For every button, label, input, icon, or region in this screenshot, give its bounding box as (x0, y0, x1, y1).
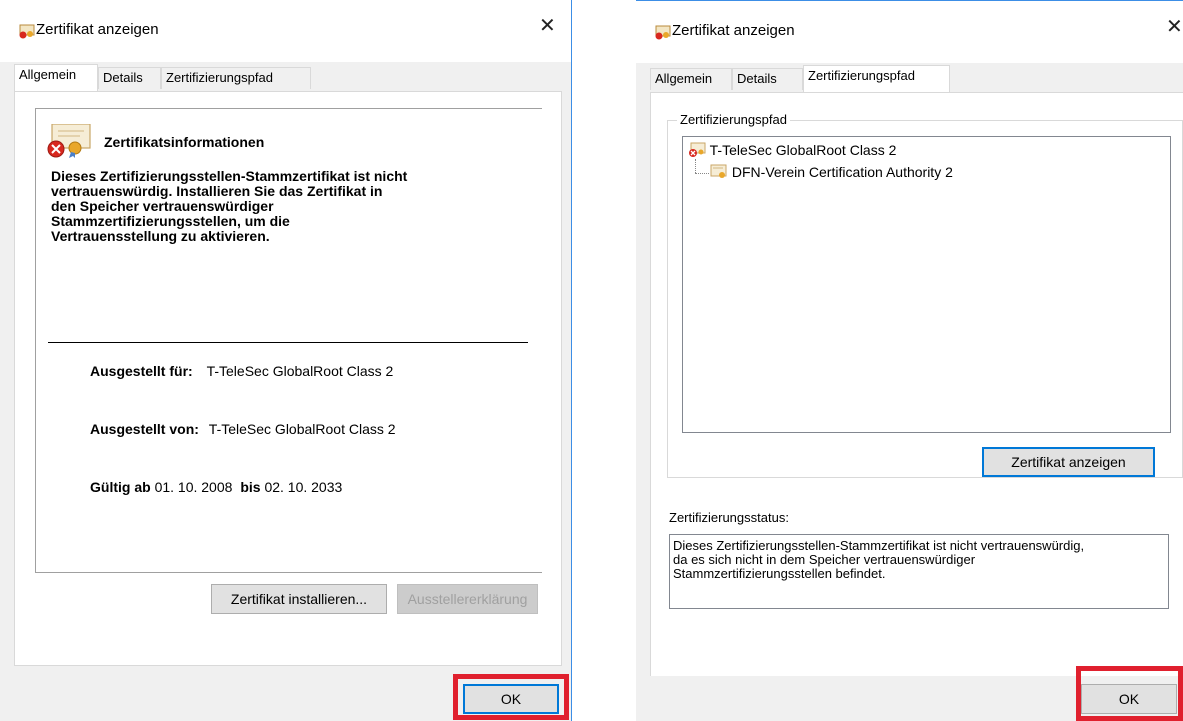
issued-to-value: T-TeleSec GlobalRoot Class 2 (206, 363, 394, 379)
warning-text: Dieses Zertifizierungsstellen-Stammzerti… (51, 169, 536, 244)
valid-to-value: 02. 10. 2033 (264, 479, 343, 495)
status-text-box[interactable]: Dieses Zertifizierungsstellen-Stammzerti… (669, 534, 1169, 609)
certificate-icon (710, 164, 727, 178)
info-frame: Zertifikatsinformationen Dieses Zertifiz… (35, 108, 542, 573)
tree-item-root[interactable]: T-TeleSec GlobalRoot Class 2 (688, 142, 896, 160)
tab-general[interactable]: Allgemein (650, 68, 732, 90)
window-title: Zertifikat anzeigen (36, 21, 159, 38)
title-bar: Zertifikat anzeigen ✕ (636, 1, 1183, 63)
tree-connector (695, 173, 709, 175)
tab-panel: Zertifizierungspfad T-TeleSec GlobalRoot… (650, 92, 1183, 678)
tab-panel: Zertifikatsinformationen Dieses Zertifiz… (14, 91, 562, 666)
issued-by-label: Ausgestellt von: (90, 421, 199, 437)
issued-to-row: Ausgestellt für: T-TeleSec GlobalRoot Cl… (90, 363, 393, 379)
certificate-error-icon (47, 124, 91, 158)
status-line: Stammzertifizierungsstellen befindet. (673, 566, 886, 581)
dialog-body: Allgemein Details Zertifizierungspfad Ze… (0, 62, 571, 721)
valid-to-label: bis (240, 479, 261, 495)
close-icon[interactable]: ✕ (539, 16, 556, 36)
tab-details[interactable]: Details (732, 68, 803, 90)
tree-item-label: DFN-Verein Certification Authority 2 (731, 164, 953, 180)
close-icon[interactable]: ✕ (1166, 17, 1183, 37)
tab-certification-path[interactable]: Zertifizierungspfad (161, 67, 311, 89)
info-heading: Zertifikatsinformationen (104, 134, 265, 150)
group-label: Zertifizierungspfad (677, 112, 790, 127)
certificate-icon (19, 24, 35, 39)
issued-by-value: T-TeleSec GlobalRoot Class 2 (208, 421, 396, 437)
view-certificate-button[interactable]: Zertifikat anzeigen (982, 447, 1155, 477)
certificate-dialog-path: Zertifikat anzeigen ✕ Allgemein Details … (636, 0, 1183, 721)
tab-strip: Allgemein Details Zertifizierungspfad (14, 64, 314, 91)
warning-line: Stammzertifizierungsstellen, um die (51, 213, 290, 229)
issued-by-row: Ausgestellt von: T-TeleSec GlobalRoot Cl… (90, 421, 396, 437)
tab-general[interactable]: Allgemein (14, 64, 98, 91)
issuer-statement-button[interactable]: Ausstellererklärung (397, 584, 538, 614)
status-line: Dieses Zertifizierungsstellen-Stammzerti… (673, 538, 1085, 553)
warning-line: vertrauenswürdig. Installieren Sie das Z… (51, 183, 383, 199)
warning-line: Dieses Zertifizierungsstellen-Stammzerti… (51, 168, 408, 184)
dialog-body: Allgemein Details Zertifizierungspfad Ze… (636, 63, 1183, 721)
tab-strip: Allgemein Details Zertifizierungspfad (650, 65, 950, 92)
divider (48, 342, 528, 343)
status-label: Zertifizierungsstatus: (669, 510, 789, 525)
certificate-error-icon (689, 142, 706, 157)
valid-from-value: 01. 10. 2008 (154, 479, 233, 495)
tab-details[interactable]: Details (98, 67, 161, 89)
valid-from-label: Gültig ab (90, 479, 151, 495)
warning-line: den Speicher vertrauenswürdiger (51, 198, 274, 214)
install-certificate-button[interactable]: Zertifikat installieren... (211, 584, 387, 614)
tab-certification-path[interactable]: Zertifizierungspfad (803, 65, 950, 92)
tree-item-label: T-TeleSec GlobalRoot Class 2 (709, 142, 897, 158)
status-line: da es sich nicht in dem Speicher vertrau… (673, 552, 976, 567)
window-title: Zertifikat anzeigen (672, 22, 795, 39)
issued-to-label: Ausgestellt für: (90, 363, 193, 379)
highlight-box (453, 674, 569, 720)
highlight-box (1076, 666, 1183, 721)
tree-connector (695, 159, 697, 173)
warning-line: Vertrauensstellung zu aktivieren. (51, 228, 270, 244)
title-bar: Zertifikat anzeigen ✕ (0, 0, 571, 62)
tree-item-child[interactable]: DFN-Verein Certification Authority 2 (710, 164, 953, 182)
certificate-dialog-general: Zertifikat anzeigen ✕ Allgemein Details … (0, 0, 572, 721)
validity-row: Gültig ab 01. 10. 2008 bis 02. 10. 2033 (90, 479, 342, 495)
certificate-icon (655, 25, 671, 40)
certification-path-tree[interactable]: T-TeleSec GlobalRoot Class 2 DFN-Verein … (682, 136, 1171, 433)
